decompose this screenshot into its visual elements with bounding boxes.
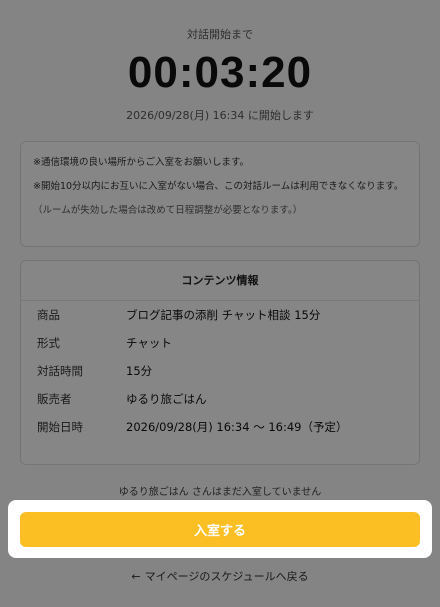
back-link-label: マイページのスケジュールへ戻る [144,570,309,583]
back-to-schedule-link[interactable]: ← マイページのスケジュールへ戻る [0,568,440,584]
enter-button-container: 入室する [8,500,432,558]
waiting-status-text: ゆるり旅ごはん さんはまだ入室していません [118,487,322,498]
enter-room-button[interactable]: 入室する [20,512,420,547]
arrow-left-icon: ← [131,570,141,583]
